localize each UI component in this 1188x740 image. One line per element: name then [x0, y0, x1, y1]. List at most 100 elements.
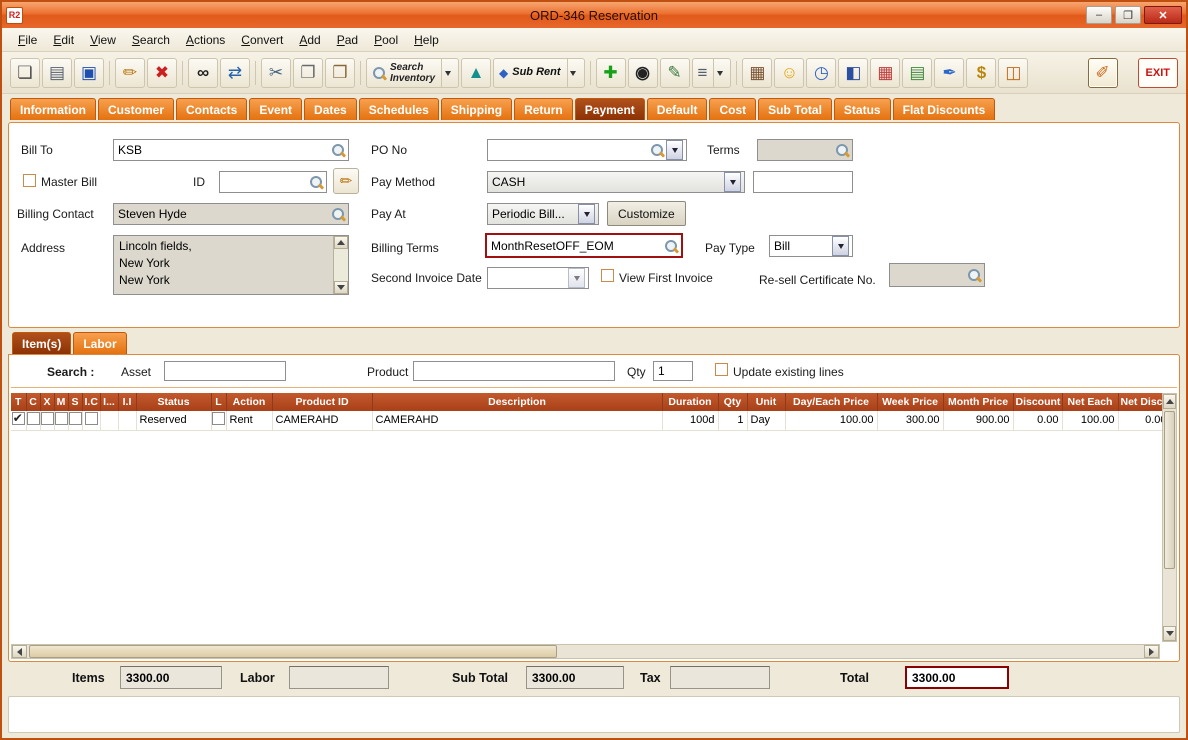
- exit-button[interactable]: EXIT: [1138, 58, 1178, 88]
- address-scroll-down-icon[interactable]: [334, 281, 348, 294]
- billing-terms-input[interactable]: MonthResetOFF_EOM: [485, 233, 683, 258]
- table-row[interactable]: Reserved Rent CAMERAHD CAMERAHD 100d 1 D…: [11, 411, 1170, 430]
- note-button[interactable]: ✎: [660, 58, 690, 88]
- menu-file[interactable]: File: [10, 30, 45, 50]
- col-description[interactable]: Description: [372, 393, 662, 411]
- row-checkbox-ic[interactable]: [85, 412, 98, 425]
- replace-button[interactable]: ⇄: [220, 58, 250, 88]
- po-no-dropdown[interactable]: [666, 140, 683, 160]
- blocks-button[interactable]: ◫: [998, 58, 1028, 88]
- row-checkbox-c[interactable]: [27, 412, 40, 425]
- bill-to-input[interactable]: KSB: [113, 139, 349, 161]
- stack-button[interactable]: ≡: [692, 58, 732, 88]
- pay-at-select[interactable]: Periodic Bill...: [487, 203, 599, 225]
- tab-cost[interactable]: Cost: [709, 98, 756, 120]
- scroll-right-icon[interactable]: [1144, 645, 1159, 658]
- pay-type-select[interactable]: Bill: [769, 235, 853, 257]
- tab-contacts[interactable]: Contacts: [176, 98, 247, 120]
- update-existing-lines-checkbox[interactable]: [715, 363, 728, 376]
- tab-event[interactable]: Event: [249, 98, 302, 120]
- view-first-invoice-checkbox[interactable]: [601, 269, 614, 282]
- vertical-scroll-thumb[interactable]: [1164, 411, 1175, 569]
- col-c[interactable]: C: [26, 393, 40, 411]
- cut-button[interactable]: ✂: [261, 58, 291, 88]
- pay-method-extra-input[interactable]: [753, 171, 853, 193]
- id-input[interactable]: [219, 171, 327, 193]
- col-net-each[interactable]: Net Each: [1062, 393, 1118, 411]
- tab-default[interactable]: Default: [647, 98, 708, 120]
- master-bill-checkbox[interactable]: [23, 174, 36, 187]
- availability-button[interactable]: ◉: [628, 58, 658, 88]
- minimize-button[interactable]: –: [1086, 6, 1112, 24]
- col-action[interactable]: Action: [226, 393, 272, 411]
- pay-type-dropdown-icon[interactable]: [832, 236, 849, 256]
- horizontal-scrollbar[interactable]: [11, 644, 1160, 659]
- col-idot[interactable]: I...: [100, 393, 118, 411]
- book-button[interactable]: ◧: [838, 58, 868, 88]
- paste-button[interactable]: ❒: [325, 58, 355, 88]
- cone-button[interactable]: ▲: [461, 58, 491, 88]
- clock-button[interactable]: ◷: [806, 58, 836, 88]
- new-button[interactable]: ❏: [10, 58, 40, 88]
- tab-shipping[interactable]: Shipping: [441, 98, 512, 120]
- asset-input[interactable]: [164, 361, 286, 381]
- copy-button[interactable]: ❐: [293, 58, 323, 88]
- find-button[interactable]: ∞: [188, 58, 218, 88]
- billing-contact-input[interactable]: Steven Hyde: [113, 203, 349, 225]
- billing-contact-search-icon[interactable]: [331, 207, 345, 221]
- tab-items[interactable]: Item(s): [12, 332, 71, 354]
- col-product-id[interactable]: Product ID: [272, 393, 372, 411]
- col-discount[interactable]: Discount: [1013, 393, 1062, 411]
- address-textarea[interactable]: Lincoln fields, New York New York: [113, 235, 349, 295]
- col-x[interactable]: X: [40, 393, 54, 411]
- search-inventory-dropdown-icon[interactable]: [441, 59, 453, 87]
- menu-convert[interactable]: Convert: [233, 30, 291, 50]
- pay-at-dropdown-icon[interactable]: [578, 204, 595, 224]
- close-button[interactable]: ✕: [1144, 6, 1182, 24]
- po-no-input[interactable]: [487, 139, 687, 161]
- row-checkbox-t[interactable]: [12, 412, 25, 425]
- vertical-scrollbar[interactable]: [1162, 393, 1177, 642]
- col-ic[interactable]: I.C: [82, 393, 100, 411]
- terms-search-icon[interactable]: [835, 143, 849, 157]
- row-checkbox-x[interactable]: [41, 412, 54, 425]
- menu-help[interactable]: Help: [406, 30, 447, 50]
- id-search-icon[interactable]: [309, 175, 323, 189]
- menu-search[interactable]: Search: [124, 30, 178, 50]
- add-line-button[interactable]: ✚: [596, 58, 626, 88]
- menu-actions[interactable]: Actions: [178, 30, 233, 50]
- col-ii[interactable]: I.I: [118, 393, 136, 411]
- resell-certificate-search-icon[interactable]: [967, 268, 981, 282]
- product-input[interactable]: [413, 361, 615, 381]
- save-button[interactable]: ▣: [74, 58, 104, 88]
- bill-to-search-icon[interactable]: [331, 143, 345, 157]
- menu-pool[interactable]: Pool: [366, 30, 406, 50]
- scroll-down-icon[interactable]: [1163, 626, 1176, 641]
- index-cards-button[interactable]: ▦: [742, 58, 772, 88]
- stack-dropdown-icon[interactable]: [713, 59, 725, 87]
- pay-method-dropdown-icon[interactable]: [724, 172, 741, 192]
- customize-button[interactable]: Customize: [607, 201, 686, 226]
- tab-sub-total[interactable]: Sub Total: [758, 98, 832, 120]
- row-checkbox-m[interactable]: [55, 412, 68, 425]
- second-invoice-date-select[interactable]: [487, 267, 589, 289]
- menu-add[interactable]: Add: [291, 30, 328, 50]
- menu-edit[interactable]: Edit: [45, 30, 82, 50]
- col-unit[interactable]: Unit: [747, 393, 785, 411]
- horizontal-scroll-thumb[interactable]: [29, 645, 557, 658]
- pay-method-select[interactable]: CASH: [487, 171, 745, 193]
- tab-payment[interactable]: Payment: [575, 98, 645, 120]
- col-duration[interactable]: Duration: [662, 393, 718, 411]
- col-m[interactable]: M: [54, 393, 68, 411]
- tab-labor[interactable]: Labor: [73, 332, 126, 354]
- tab-return[interactable]: Return: [514, 98, 573, 120]
- tab-status[interactable]: Status: [834, 98, 891, 120]
- scroll-up-icon[interactable]: [1163, 394, 1176, 409]
- col-t[interactable]: T: [11, 393, 26, 411]
- tab-dates[interactable]: Dates: [304, 98, 357, 120]
- scroll-left-icon[interactable]: [12, 645, 27, 658]
- col-status[interactable]: Status: [136, 393, 211, 411]
- sub-rent-button[interactable]: ◆ Sub Rent: [493, 58, 585, 88]
- sub-rent-dropdown-icon[interactable]: [567, 59, 579, 87]
- edit-button[interactable]: ✏: [115, 58, 145, 88]
